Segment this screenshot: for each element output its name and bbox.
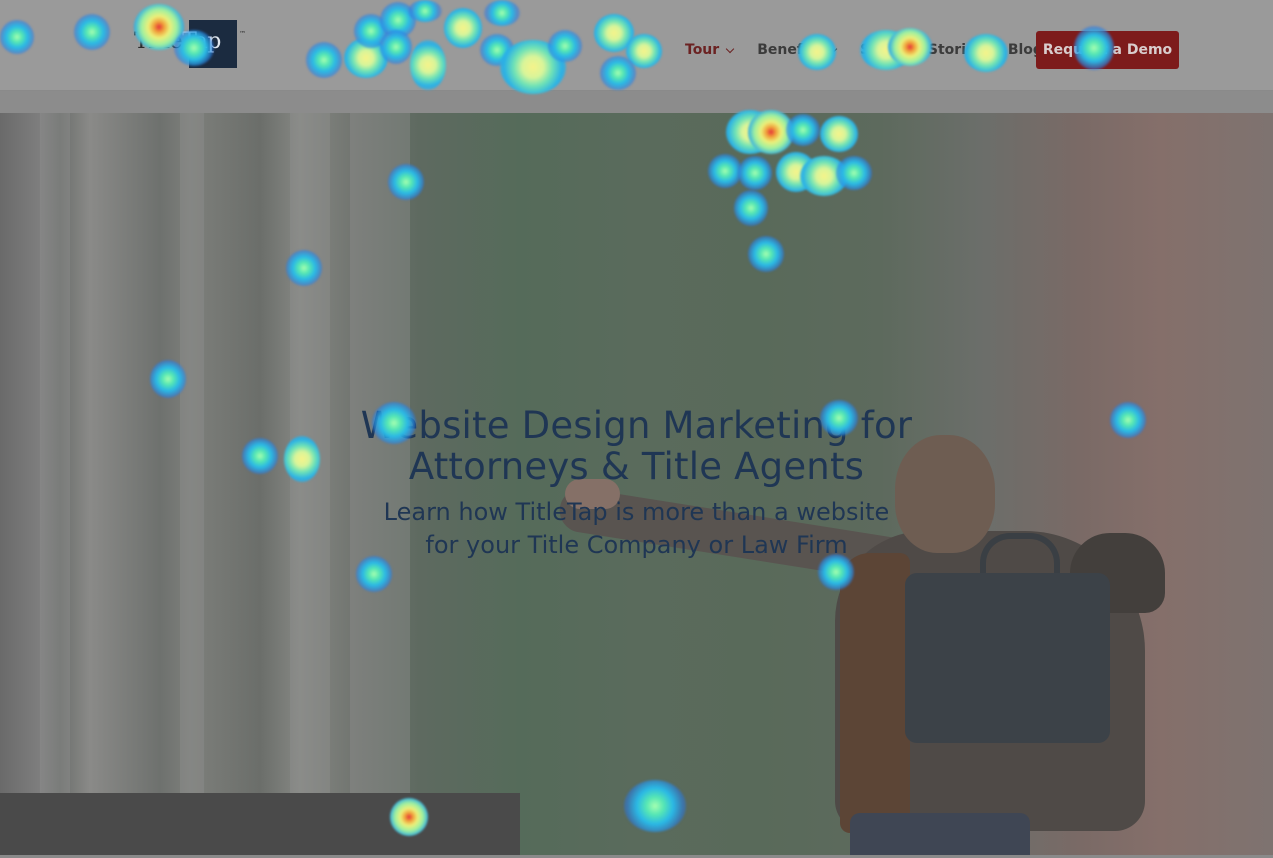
logo-text-title: Title	[134, 29, 183, 54]
hero-title-line-1: Website Design Marketing for	[360, 404, 913, 447]
hero-subtitle: Learn how TitleTap is more than a websit…	[0, 496, 1273, 562]
chevron-down-icon	[725, 44, 735, 53]
man-jacket	[840, 553, 910, 833]
hero-subtitle-line-2: for your Title Company or Law Firm	[425, 531, 848, 559]
nav-item-label: Success Stories	[860, 42, 984, 58]
titletap-logo[interactable]: TitleTap ™	[134, 18, 246, 70]
trademark-symbol: ™	[239, 30, 246, 38]
briefcase	[905, 573, 1110, 743]
main-nav: Tour Benefits Success Stories Blog	[685, 31, 1067, 69]
logo-text-tap: Tap	[182, 29, 221, 54]
hero-title: Website Design Marketing for Attorneys &…	[0, 405, 1273, 487]
request-demo-button[interactable]: Request a Demo	[1036, 31, 1179, 69]
hero-title-line-2: Attorneys & Title Agents	[408, 445, 865, 488]
nav-item-tour[interactable]: Tour	[685, 42, 735, 58]
hero-subtitle-line-1: Learn how TitleTap is more than a websit…	[383, 498, 890, 526]
chevron-down-icon	[828, 44, 838, 53]
site-header: TitleTap ™ Tour Benefits Success Stories…	[0, 0, 1273, 91]
nav-item-benefits[interactable]: Benefits	[757, 42, 838, 58]
header-shadow-strip	[0, 91, 1273, 113]
nav-item-label: Benefits	[757, 42, 823, 58]
logo-wordmark: TitleTap	[134, 29, 221, 54]
nav-item-label: Tour	[685, 42, 720, 58]
background-ground	[0, 793, 520, 855]
man-legs	[850, 813, 1030, 855]
nav-item-success-stories[interactable]: Success Stories	[860, 42, 984, 58]
